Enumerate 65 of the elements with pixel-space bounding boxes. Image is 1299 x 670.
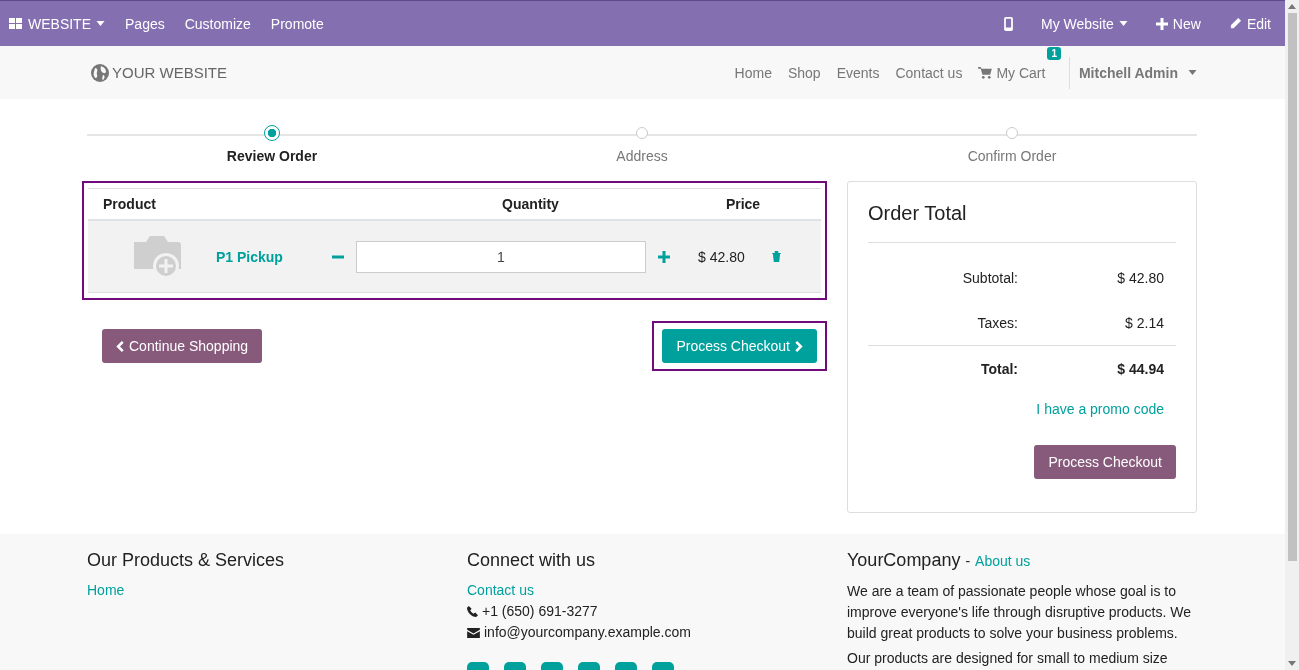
footer-heading: YourCompany [847, 550, 961, 570]
footer-heading: Connect with us [467, 550, 597, 571]
total-label: Total: [979, 360, 1018, 377]
footer-heading: Our Products & Services [87, 550, 286, 571]
price-cell-text: $ 42.80 [698, 248, 746, 265]
chevron-left-icon [116, 340, 124, 352]
scroll-up-icon [1288, 4, 1296, 9]
quantity-field[interactable]: 1 [356, 240, 646, 273]
trash-icon [772, 251, 781, 262]
cart-link[interactable]: My Cart [970, 64, 1048, 81]
total-value: $ 42.80 [1116, 269, 1165, 286]
plus-icon [658, 250, 670, 263]
site-logo[interactable]: YOUR WEBSITE [87, 62, 227, 83]
column-header: Quantity [501, 196, 560, 212]
nav-link[interactable]: Home [726, 64, 780, 81]
footer-link[interactable]: About us [975, 553, 1031, 569]
plus-icon [1155, 17, 1168, 30]
process-checkout-button[interactable]: Process Checkout [662, 329, 817, 363]
caret-icon [1188, 70, 1197, 75]
phone-icon [467, 606, 478, 617]
column-header: Price [724, 196, 762, 212]
paragraph: We are a team of passionate people whose goal is to improve everyone's life through disruptive products. We build great products to solve your business problems. [847, 582, 1193, 643]
caret-icon [96, 21, 105, 26]
menu-item[interactable]: Customize [174, 1, 261, 46]
nav-link[interactable]: Shop [779, 64, 829, 81]
pencil-icon [1228, 17, 1242, 30]
cart-icon [978, 66, 993, 79]
chevron-right-icon [795, 340, 803, 352]
total-label: Subtotal: [961, 269, 1018, 286]
cart-count-badge: 1 [1047, 46, 1061, 60]
globe-icon [90, 62, 110, 83]
total-value: $ 2.14 [1124, 314, 1165, 331]
email-address: info@yourcompany.example.com [484, 623, 691, 642]
total-value: $ 44.94 [1116, 360, 1165, 377]
nav-link[interactable]: Contact us [887, 64, 971, 81]
menu-item[interactable]: Promote [260, 1, 334, 46]
footer-link[interactable]: Home [87, 580, 467, 601]
separator-text: - [965, 553, 971, 569]
envelope-icon [467, 627, 480, 638]
step-label: Address [616, 148, 668, 164]
footer-link[interactable]: Contact us [467, 580, 847, 601]
apps-menu[interactable]: WEBSITE [0, 1, 115, 46]
step-label: Review Order [226, 148, 318, 164]
new-button[interactable]: New [1141, 1, 1215, 46]
scrollbar[interactable] [1285, 0, 1299, 670]
website-menu[interactable]: My Website [1027, 1, 1142, 46]
step-label: Confirm Order [967, 148, 1057, 164]
card-title: Order Total [868, 182, 1176, 243]
caret-icon [1118, 21, 1128, 26]
nav-link[interactable]: Events [828, 64, 888, 81]
promo-code-link[interactable]: I have a promo code [1036, 401, 1164, 417]
paragraph: Our products are designed for small to medium size [847, 649, 1169, 668]
phone-number: +1 (650) 691-3277 [482, 602, 598, 621]
scroll-down-icon [1288, 661, 1296, 666]
total-label: Taxes: [976, 314, 1018, 331]
menu-item[interactable]: Pages [115, 1, 175, 46]
edit-button[interactable]: Edit [1214, 1, 1285, 46]
remove-button[interactable] [772, 251, 781, 262]
continue-shopping-button[interactable]: Continue Shopping [102, 329, 263, 363]
process-checkout-button[interactable]: Process Checkout [1034, 445, 1176, 479]
user-menu[interactable]: Mitchell Admin [1068, 56, 1197, 89]
column-header: Product [102, 196, 157, 212]
grid-icon [9, 16, 23, 31]
mobile-phone-icon [1004, 16, 1013, 31]
product-link[interactable]: P1 Pickup [216, 248, 326, 265]
